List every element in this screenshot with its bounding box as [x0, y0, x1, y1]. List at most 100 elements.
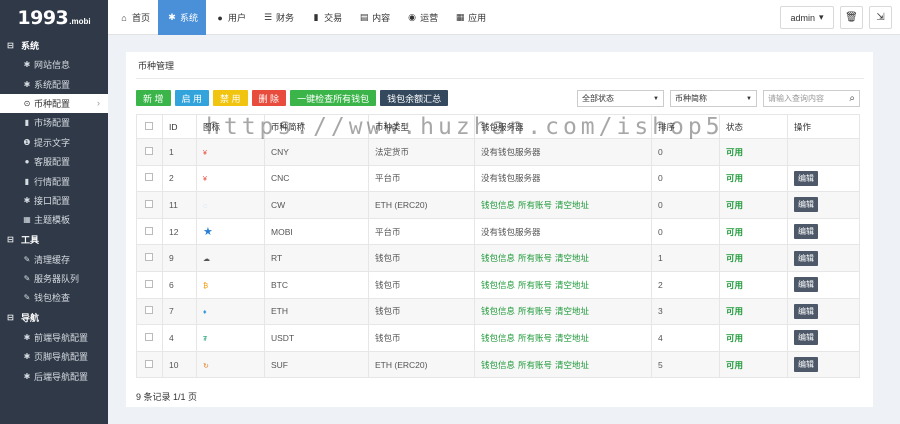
nav-item-0[interactable]: ⌂ 首页	[110, 0, 158, 35]
sidebar-item[interactable]: ● 客服配置	[0, 152, 108, 171]
row-select-cell	[136, 270, 163, 299]
edit-button[interactable]: 编辑	[794, 197, 818, 213]
row-checkbox[interactable]	[145, 146, 153, 155]
collapse-icon: ⊟	[7, 235, 14, 245]
coin-icon: ¥	[203, 149, 207, 157]
sidebar-item[interactable]: ✱ 后端导航配置	[0, 366, 108, 385]
toolbar-button-2[interactable]: 禁 用	[213, 90, 248, 106]
wallet-link[interactable]: 钱包信息	[481, 360, 515, 370]
row-checkbox[interactable]	[145, 279, 153, 288]
nav-item-4[interactable]: ▮ 交易	[302, 0, 350, 35]
logout-icon: ⇲	[876, 12, 885, 23]
toolbar-button-5[interactable]: 钱包余额汇总	[380, 90, 449, 106]
edit-button[interactable]: 编辑	[794, 250, 818, 266]
edit-button[interactable]: 编辑	[794, 170, 818, 186]
wallet-link[interactable]: 钱包信息	[481, 280, 515, 290]
wallet-link[interactable]: 钱包信息	[481, 200, 515, 210]
wallet-link[interactable]: 所有账号	[518, 333, 552, 343]
toolbar-button-1[interactable]: 启 用	[174, 90, 210, 106]
edit-button[interactable]: 编辑	[794, 303, 818, 319]
edit-button[interactable]: 编辑	[794, 330, 818, 346]
row-checkbox[interactable]	[145, 306, 153, 315]
nav-item-1[interactable]: ✱ 系统	[158, 0, 207, 35]
search-icon[interactable]: ⌕	[849, 93, 855, 104]
cell-type: 平台币	[368, 164, 475, 193]
toolbar-button-3[interactable]: 删 除	[251, 90, 287, 106]
admin-menu-button[interactable]: admin ▾	[780, 6, 834, 29]
wallet-link[interactable]: 钱包信息	[481, 306, 515, 316]
coin-name-select[interactable]: 币种简称 ▼	[670, 90, 757, 107]
status-badge: 可用	[726, 306, 744, 317]
sidebar-group-1[interactable]: ⊟ 工具	[0, 230, 108, 250]
nav-label: 内容	[372, 13, 391, 23]
toolbar-button-4[interactable]: 一键检查所有钱包	[290, 90, 377, 106]
row-checkbox[interactable]	[145, 332, 153, 341]
row-checkbox[interactable]	[145, 199, 153, 208]
cell-icon: ₿	[196, 270, 265, 299]
clear-cache-button[interactable]: 🗑	[840, 6, 863, 29]
row-checkbox[interactable]	[145, 253, 153, 262]
sidebar-item[interactable]: ✱ 前端导航配置	[0, 328, 108, 347]
edit-button[interactable]: 编辑	[794, 357, 818, 373]
edit-button[interactable]: 编辑	[794, 224, 818, 240]
cell-type: 钱包币	[368, 244, 475, 272]
status-select[interactable]: 全部状态 ▼	[577, 90, 664, 107]
row-select-cell	[136, 244, 163, 272]
sidebar-item[interactable]: ✱ 系统配置	[0, 74, 108, 93]
cell-action: 编辑	[787, 297, 860, 326]
wallet-link[interactable]: 所有账号	[518, 360, 552, 370]
sidebar-item[interactable]: ✱ 接口配置	[0, 191, 108, 210]
nav-item-7[interactable]: ▦ 应用	[446, 0, 494, 35]
wallet-link[interactable]: 钱包信息	[481, 333, 515, 343]
sidebar-group-0[interactable]: ⊟ 系统	[0, 35, 108, 55]
select-all-checkbox[interactable]	[145, 121, 153, 130]
wallet-link[interactable]: 清空地址	[555, 306, 589, 316]
status-badge: 可用	[726, 253, 744, 264]
wallet-link[interactable]: 所有账号	[518, 200, 552, 210]
table-body: 1 ¥ CNY 法定货币 没有钱包服务器 0 可用 2 ¥ CNC 平台币 没有钱包服务器 0 可用 编辑 1…	[136, 138, 860, 379]
wallet-link[interactable]: 所有账号	[518, 306, 552, 316]
logout-button[interactable]: ⇲	[869, 6, 892, 29]
sidebar-item[interactable]: ✱ 页脚导航配置	[0, 347, 108, 366]
sidebar-item[interactable]: ⊙ 币种配置 ›	[0, 93, 108, 114]
row-checkbox[interactable]	[145, 359, 153, 368]
title-divider	[136, 78, 864, 79]
sidebar-item[interactable]: ✎ 清理缓存	[0, 250, 108, 269]
wallet-link[interactable]: 所有账号	[518, 253, 552, 263]
coin-table: ID 图标 币种简称 币种类型 钱包服务器 排序 状态 操作 1 ¥ CNY 法定货币 没有钱包服务器…	[136, 114, 860, 379]
nav-label: 财务	[276, 13, 295, 23]
wallet-link[interactable]: 清空地址	[555, 200, 589, 210]
sidebar-item[interactable]: ✎ 服务器队列	[0, 269, 108, 288]
wallet-link[interactable]: 清空地址	[555, 280, 589, 290]
logo[interactable]: 1993 .mobi	[0, 0, 108, 35]
wallet-link[interactable]: 清空地址	[555, 360, 589, 370]
sidebar-item[interactable]: ▮ 市场配置	[0, 113, 108, 132]
nav-item-6[interactable]: ◉ 运营	[398, 0, 446, 35]
nav-item-2[interactable]: ● 用户	[206, 0, 254, 35]
search-placeholder: 请输入查询内容	[768, 94, 824, 103]
wallet-link[interactable]: 清空地址	[555, 333, 589, 343]
toolbar-button-0[interactable]: 新 增	[136, 90, 171, 106]
column-header: 排序	[651, 114, 720, 139]
sidebar-item[interactable]: ▦ 主题模板	[0, 210, 108, 229]
edit-button[interactable]: 编辑	[794, 277, 818, 293]
row-checkbox[interactable]	[145, 173, 153, 182]
cell-status: 可用	[719, 244, 788, 272]
nav-item-5[interactable]: ▤ 内容	[350, 0, 398, 35]
sidebar-item[interactable]: ▮ 行情配置	[0, 171, 108, 190]
status-badge: 可用	[726, 173, 744, 184]
search-input[interactable]: 请输入查询内容 ⌕	[763, 90, 860, 107]
cell-name: ETH	[264, 297, 369, 326]
sidebar-item[interactable]: ✎ 钱包检查	[0, 288, 108, 307]
nav-item-3[interactable]: ☰ 财务	[254, 0, 302, 35]
row-checkbox[interactable]	[145, 226, 153, 235]
cell-action: 编辑	[787, 350, 860, 379]
wallet-link[interactable]: 钱包信息	[481, 253, 515, 263]
sidebar-item[interactable]: ❶ 提示文字	[0, 133, 108, 152]
wallet-link[interactable]: 所有账号	[518, 280, 552, 290]
sidebar-group-2[interactable]: ⊟ 导航	[0, 308, 108, 328]
wallet-link[interactable]: 清空地址	[555, 253, 589, 263]
cell-action: 编辑	[787, 164, 860, 193]
coin-icon: ₮	[203, 335, 208, 343]
sidebar-item[interactable]: ✱ 网站信息	[0, 55, 108, 74]
